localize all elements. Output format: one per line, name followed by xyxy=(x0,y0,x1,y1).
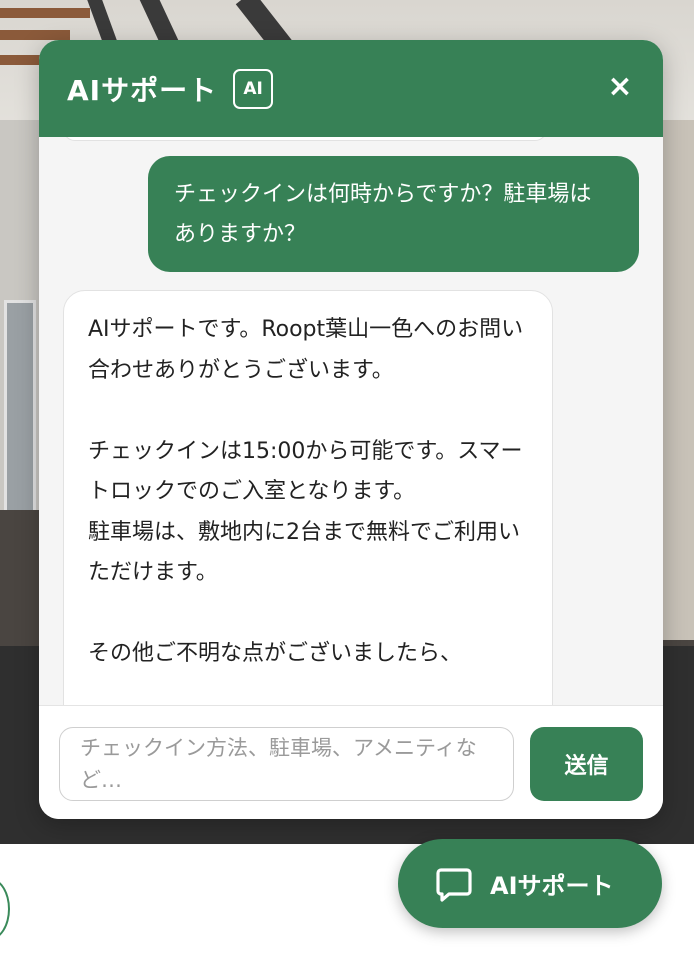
stair-step xyxy=(0,8,90,18)
ai-badge: AI xyxy=(233,68,274,109)
chat-title: AIサポート xyxy=(67,73,218,107)
message-input[interactable]: チェックイン方法、駐車場、アメニティなど… xyxy=(59,727,514,801)
launcher-label: AIサポート xyxy=(490,872,614,900)
chat-input-bar: チェックイン方法、駐車場、アメニティなど… 送信 xyxy=(39,705,663,819)
ai-support-chat-panel: AIサポート AI × チェックインは何時からですか？駐車場はありますか？ AI… xyxy=(39,40,663,819)
chat-bubble-icon xyxy=(436,867,472,902)
room-window xyxy=(4,300,36,526)
chat-header: AIサポート AI × xyxy=(39,40,663,137)
send-button[interactable]: 送信 xyxy=(530,727,643,801)
message-list[interactable]: チェックインは何時からですか？駐車場はありますか？ AIサポートです。Roopt… xyxy=(39,137,663,705)
ai-support-launcher-button[interactable]: AIサポート xyxy=(398,839,662,928)
close-icon[interactable]: × xyxy=(605,72,635,102)
stair-step xyxy=(0,55,40,65)
previous-message-edge xyxy=(63,137,547,141)
room-shelf xyxy=(662,120,694,640)
assistant-message-bubble: AIサポートです。Roopt葉山一色へのお問い合わせありがとうございます。 チェ… xyxy=(63,290,553,705)
stair-step xyxy=(0,30,70,40)
user-message-bubble: チェックインは何時からですか？駐車場はありますか？ xyxy=(148,156,639,272)
